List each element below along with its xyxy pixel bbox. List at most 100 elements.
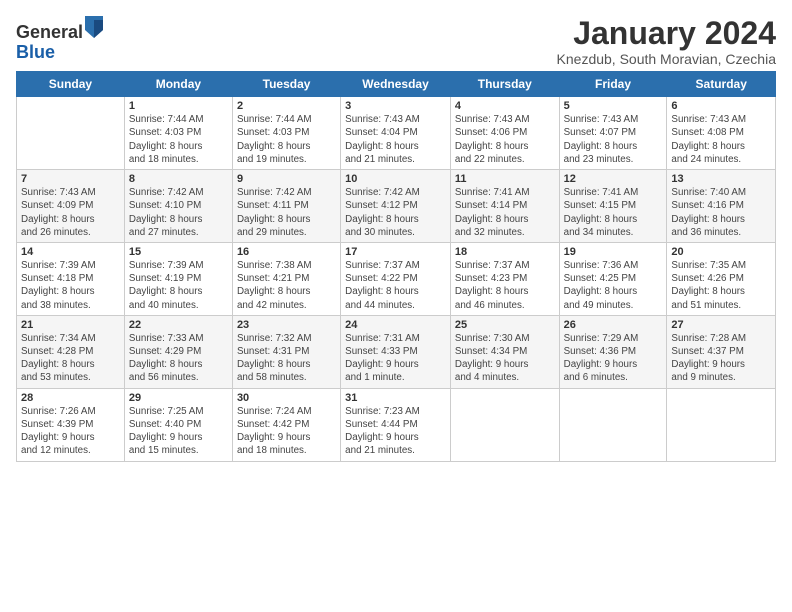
day-info: Sunrise: 7:39 AM Sunset: 4:18 PM Dayligh… [21,259,120,312]
day-number: 14 [21,246,120,258]
day-info: Sunrise: 7:42 AM Sunset: 4:11 PM Dayligh… [237,186,336,239]
calendar-subtitle: Knezdub, South Moravian, Czechia [557,51,776,67]
day-number: 1 [129,100,228,112]
day-info: Sunrise: 7:34 AM Sunset: 4:28 PM Dayligh… [21,332,120,385]
day-info: Sunrise: 7:43 AM Sunset: 4:04 PM Dayligh… [345,113,446,166]
day-cell [17,97,125,170]
day-info: Sunrise: 7:43 AM Sunset: 4:09 PM Dayligh… [21,186,120,239]
day-info: Sunrise: 7:43 AM Sunset: 4:08 PM Dayligh… [671,113,771,166]
day-cell: 27Sunrise: 7:28 AM Sunset: 4:37 PM Dayli… [667,315,776,388]
day-cell [559,388,667,461]
day-info: Sunrise: 7:37 AM Sunset: 4:23 PM Dayligh… [455,259,555,312]
day-number: 12 [564,173,663,185]
day-info: Sunrise: 7:35 AM Sunset: 4:26 PM Dayligh… [671,259,771,312]
day-cell: 19Sunrise: 7:36 AM Sunset: 4:25 PM Dayli… [559,242,667,315]
day-number: 31 [345,392,446,404]
day-cell: 29Sunrise: 7:25 AM Sunset: 4:40 PM Dayli… [124,388,232,461]
day-number: 17 [345,246,446,258]
day-info: Sunrise: 7:38 AM Sunset: 4:21 PM Dayligh… [237,259,336,312]
day-info: Sunrise: 7:29 AM Sunset: 4:36 PM Dayligh… [564,332,663,385]
day-cell: 13Sunrise: 7:40 AM Sunset: 4:16 PM Dayli… [667,170,776,243]
day-number: 21 [21,319,120,331]
day-cell: 1Sunrise: 7:44 AM Sunset: 4:03 PM Daylig… [124,97,232,170]
logo-icon [85,16,103,38]
day-info: Sunrise: 7:43 AM Sunset: 4:07 PM Dayligh… [564,113,663,166]
week-row-1: 1Sunrise: 7:44 AM Sunset: 4:03 PM Daylig… [17,97,776,170]
day-number: 11 [455,173,555,185]
day-info: Sunrise: 7:28 AM Sunset: 4:37 PM Dayligh… [671,332,771,385]
day-cell: 2Sunrise: 7:44 AM Sunset: 4:03 PM Daylig… [232,97,340,170]
day-header-sunday: Sunday [17,72,125,97]
day-cell: 9Sunrise: 7:42 AM Sunset: 4:11 PM Daylig… [232,170,340,243]
day-header-friday: Friday [559,72,667,97]
logo-text: General [16,16,103,43]
header-row: SundayMondayTuesdayWednesdayThursdayFrid… [17,72,776,97]
day-cell: 10Sunrise: 7:42 AM Sunset: 4:12 PM Dayli… [341,170,451,243]
day-cell: 18Sunrise: 7:37 AM Sunset: 4:23 PM Dayli… [450,242,559,315]
day-info: Sunrise: 7:26 AM Sunset: 4:39 PM Dayligh… [21,405,120,458]
day-number: 22 [129,319,228,331]
day-number: 15 [129,246,228,258]
title-block: January 2024 Knezdub, South Moravian, Cz… [557,16,776,67]
week-row-4: 21Sunrise: 7:34 AM Sunset: 4:28 PM Dayli… [17,315,776,388]
day-info: Sunrise: 7:44 AM Sunset: 4:03 PM Dayligh… [129,113,228,166]
day-cell: 23Sunrise: 7:32 AM Sunset: 4:31 PM Dayli… [232,315,340,388]
day-info: Sunrise: 7:43 AM Sunset: 4:06 PM Dayligh… [455,113,555,166]
day-cell [667,388,776,461]
day-cell: 30Sunrise: 7:24 AM Sunset: 4:42 PM Dayli… [232,388,340,461]
calendar-container: General Blue January 2024 Knezdub, South… [0,0,792,470]
logo-blue-text: Blue [16,43,103,63]
day-number: 4 [455,100,555,112]
header: General Blue January 2024 Knezdub, South… [16,16,776,67]
day-cell: 16Sunrise: 7:38 AM Sunset: 4:21 PM Dayli… [232,242,340,315]
day-info: Sunrise: 7:32 AM Sunset: 4:31 PM Dayligh… [237,332,336,385]
day-number: 2 [237,100,336,112]
week-row-5: 28Sunrise: 7:26 AM Sunset: 4:39 PM Dayli… [17,388,776,461]
day-info: Sunrise: 7:33 AM Sunset: 4:29 PM Dayligh… [129,332,228,385]
day-number: 7 [21,173,120,185]
day-number: 29 [129,392,228,404]
day-info: Sunrise: 7:42 AM Sunset: 4:10 PM Dayligh… [129,186,228,239]
day-cell: 24Sunrise: 7:31 AM Sunset: 4:33 PM Dayli… [341,315,451,388]
day-cell [450,388,559,461]
day-cell: 28Sunrise: 7:26 AM Sunset: 4:39 PM Dayli… [17,388,125,461]
day-number: 27 [671,319,771,331]
day-header-tuesday: Tuesday [232,72,340,97]
day-header-saturday: Saturday [667,72,776,97]
day-number: 9 [237,173,336,185]
calendar-title: January 2024 [557,16,776,51]
day-cell: 11Sunrise: 7:41 AM Sunset: 4:14 PM Dayli… [450,170,559,243]
day-cell: 14Sunrise: 7:39 AM Sunset: 4:18 PM Dayli… [17,242,125,315]
day-info: Sunrise: 7:40 AM Sunset: 4:16 PM Dayligh… [671,186,771,239]
day-number: 23 [237,319,336,331]
day-number: 3 [345,100,446,112]
day-number: 20 [671,246,771,258]
week-row-2: 7Sunrise: 7:43 AM Sunset: 4:09 PM Daylig… [17,170,776,243]
day-number: 19 [564,246,663,258]
day-info: Sunrise: 7:37 AM Sunset: 4:22 PM Dayligh… [345,259,446,312]
day-number: 24 [345,319,446,331]
day-number: 25 [455,319,555,331]
day-info: Sunrise: 7:24 AM Sunset: 4:42 PM Dayligh… [237,405,336,458]
day-number: 5 [564,100,663,112]
day-number: 8 [129,173,228,185]
day-info: Sunrise: 7:42 AM Sunset: 4:12 PM Dayligh… [345,186,446,239]
day-cell: 17Sunrise: 7:37 AM Sunset: 4:22 PM Dayli… [341,242,451,315]
day-cell: 22Sunrise: 7:33 AM Sunset: 4:29 PM Dayli… [124,315,232,388]
day-cell: 8Sunrise: 7:42 AM Sunset: 4:10 PM Daylig… [124,170,232,243]
day-cell: 4Sunrise: 7:43 AM Sunset: 4:06 PM Daylig… [450,97,559,170]
day-header-thursday: Thursday [450,72,559,97]
day-cell: 21Sunrise: 7:34 AM Sunset: 4:28 PM Dayli… [17,315,125,388]
day-info: Sunrise: 7:31 AM Sunset: 4:33 PM Dayligh… [345,332,446,385]
day-info: Sunrise: 7:41 AM Sunset: 4:15 PM Dayligh… [564,186,663,239]
day-number: 30 [237,392,336,404]
day-info: Sunrise: 7:44 AM Sunset: 4:03 PM Dayligh… [237,113,336,166]
day-number: 18 [455,246,555,258]
day-header-wednesday: Wednesday [341,72,451,97]
day-cell: 25Sunrise: 7:30 AM Sunset: 4:34 PM Dayli… [450,315,559,388]
day-info: Sunrise: 7:23 AM Sunset: 4:44 PM Dayligh… [345,405,446,458]
logo: General Blue [16,16,103,63]
logo-blue: Blue [16,42,55,62]
day-number: 28 [21,392,120,404]
day-info: Sunrise: 7:41 AM Sunset: 4:14 PM Dayligh… [455,186,555,239]
